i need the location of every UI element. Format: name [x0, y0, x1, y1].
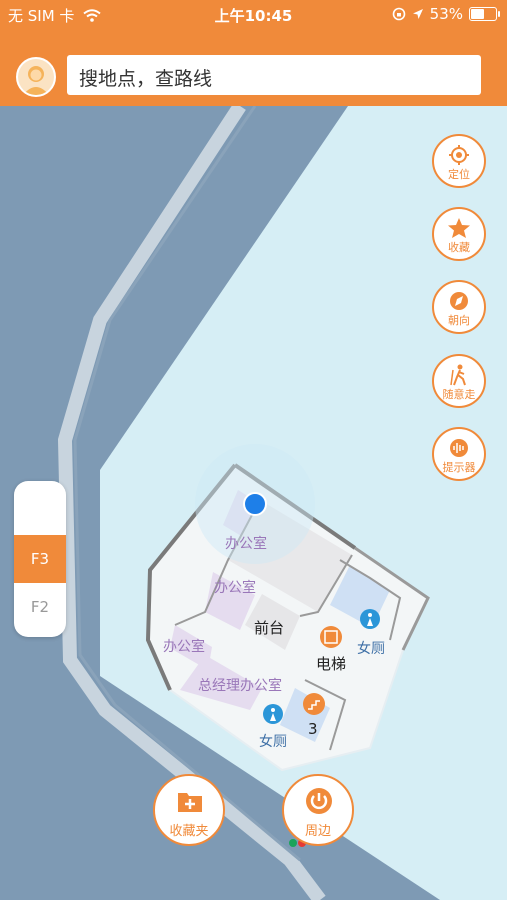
star-icon — [448, 218, 470, 238]
favorites-folder-button[interactable]: 收藏夹 — [153, 774, 225, 846]
prompter-button[interactable]: 提示器 — [432, 427, 486, 481]
compass-icon — [450, 292, 468, 310]
floor-switcher: F3 F2 — [14, 481, 66, 637]
free-walk-label: 随意走 — [442, 388, 476, 401]
label-elevator: 电梯 — [316, 655, 347, 673]
label-office-3: 办公室 — [163, 639, 205, 655]
indoor-map[interactable]: 办公室 办公室 办公室 前台 电梯 女厕 女厕 总经理办公室 3 — [0, 106, 507, 900]
status-bar: 无 SIM 卡 上午10:45 53% — [0, 0, 507, 28]
battery-icon — [469, 7, 500, 21]
map-canvas[interactable] — [0, 106, 507, 900]
location-arrow-icon — [412, 9, 423, 19]
locate-button[interactable]: 定位 — [432, 134, 486, 188]
avatar-icon — [18, 59, 54, 95]
folder-add-icon — [178, 793, 202, 812]
nearby-label: 周边 — [304, 824, 331, 839]
power-icon — [306, 788, 332, 814]
walk-icon — [450, 364, 466, 386]
locate-icon — [449, 145, 469, 165]
search-input[interactable]: 搜地点，查路线 — [67, 55, 481, 95]
favorite-label: 收藏 — [448, 241, 470, 254]
floor-option-f3[interactable]: F3 — [14, 535, 66, 583]
user-avatar[interactable] — [16, 57, 56, 97]
favorite-button[interactable]: 收藏 — [432, 207, 486, 261]
label-stair-number: 3 — [308, 720, 318, 738]
label-restroom-2: 女厕 — [259, 734, 287, 750]
sound-icon — [450, 439, 468, 457]
locate-label: 定位 — [448, 168, 470, 181]
app-header: 无 SIM 卡 上午10:45 53% 搜地点，查路线 — [0, 0, 507, 106]
prompter-label: 提示器 — [442, 461, 476, 474]
label-reception: 前台 — [254, 619, 285, 637]
battery-percent: 53% — [429, 5, 463, 23]
label-office-1: 办公室 — [225, 536, 267, 552]
floor-option-upper[interactable] — [14, 487, 66, 535]
location-dot — [243, 492, 267, 516]
rotation-lock-icon — [392, 7, 405, 21]
free-walk-button[interactable]: 随意走 — [432, 354, 486, 408]
orientation-button[interactable]: 朝向 — [432, 280, 486, 334]
label-gm-office: 总经理办公室 — [198, 678, 282, 694]
favorites-folder-label: 收藏夹 — [169, 824, 209, 839]
label-restroom-1: 女厕 — [357, 641, 385, 657]
orientation-label: 朝向 — [448, 314, 470, 327]
label-office-2: 办公室 — [214, 580, 256, 596]
floor-option-f2[interactable]: F2 — [14, 583, 66, 631]
stairs-icon — [303, 693, 325, 715]
elevator-icon — [320, 626, 342, 648]
status-right: 53% — [392, 5, 500, 23]
entrance-marker — [289, 839, 297, 847]
nearby-button[interactable]: 周边 — [282, 774, 354, 846]
